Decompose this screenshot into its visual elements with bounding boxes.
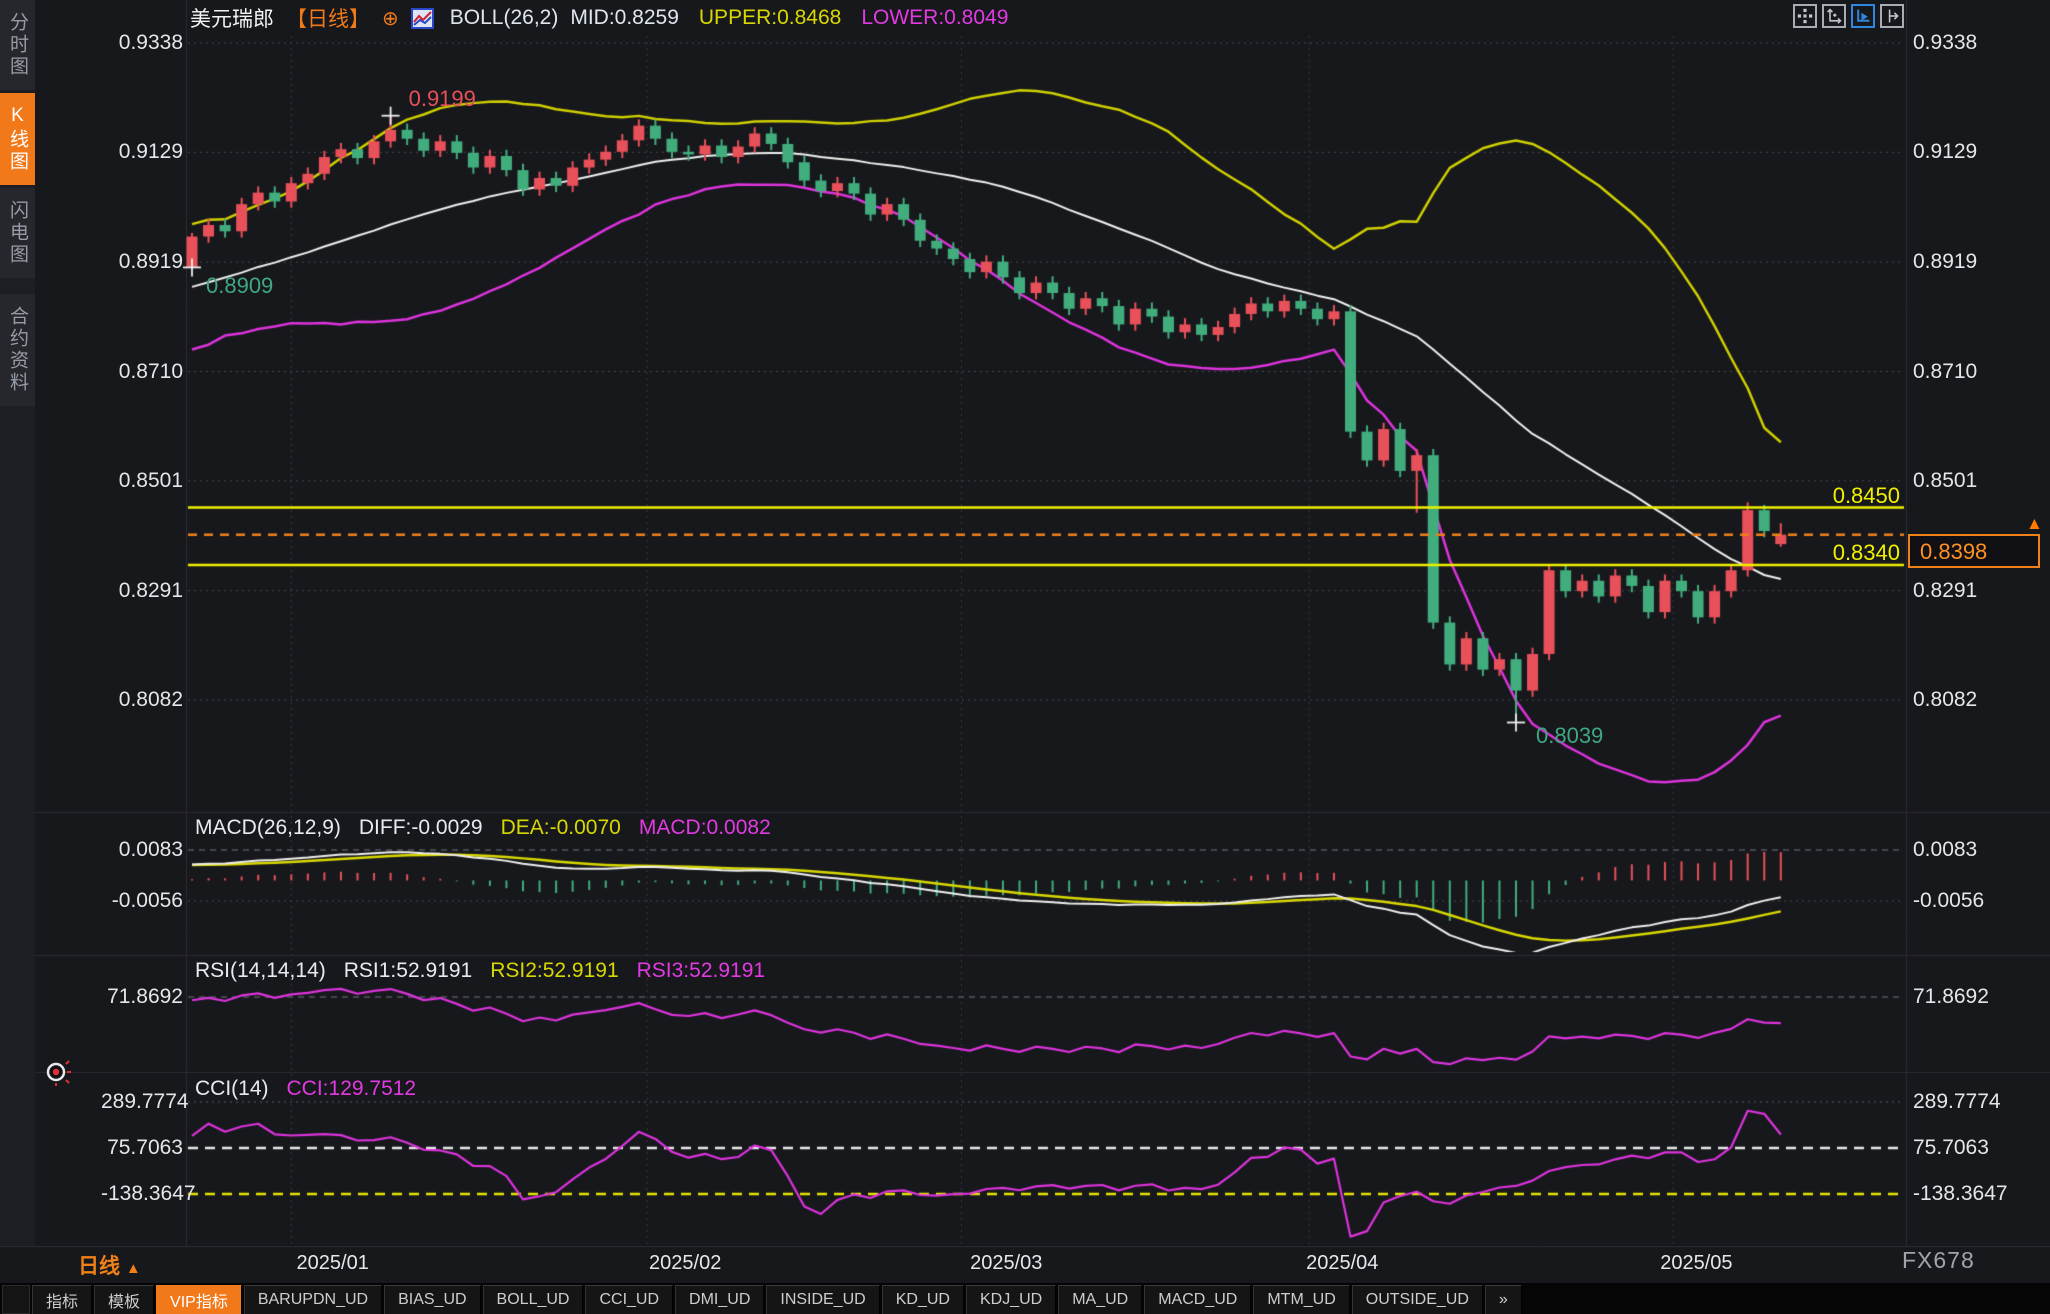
boll-upper-value: UPPER:0.8468 [698,6,842,29]
tab-2[interactable]: VIP指标 [156,1285,242,1314]
current-price-box: 0.8398 [1908,533,2040,568]
month-label: 2025/02 [649,1252,722,1274]
macd-dea-value: DEA:-0.0070 [500,816,621,839]
cci-axis-label: 75.7063 [107,1136,183,1159]
tab-9[interactable]: KD_UD [881,1285,964,1314]
macd-label-row: MACD(26,12,9) DIFF:-0.0029 DEA:-0.0070 M… [195,816,771,840]
tab-10[interactable]: KDJ_UD [965,1285,1057,1314]
price-axis-label: 0.8291 [118,578,183,602]
price-axis-label: 0.8082 [118,688,183,711]
cci-axis-label: -138.3647 [101,1182,196,1206]
macd-axis-label: -0.0056 [111,889,183,912]
low-price-annotation: 0.8039 [1536,723,1604,749]
month-label: 2025/04 [1306,1252,1379,1274]
price-axis-label: 0.8710 [118,359,183,383]
tab-3[interactable]: BARUPDN_UD [243,1285,383,1314]
boll-lower-value: LOWER:0.8049 [861,6,1009,29]
tab-14[interactable]: OUTSIDE_UD [1351,1285,1483,1314]
price-axis-label: 0.9338 [1913,31,1978,54]
tab-13[interactable]: MTM_UD [1253,1285,1350,1314]
tab-1[interactable]: 模板 [94,1285,155,1314]
rsi1-value: RSI1:52.9191 [343,959,473,982]
rsi2-value: RSI2:52.9191 [490,959,619,982]
symbol-title: 美元瑞郎 [190,8,274,31]
macd-diff-value: DIFF:-0.0029 [358,816,483,839]
macd-axis-label: 0.0083 [1913,838,1978,861]
sidebar-item-0[interactable]: 分时图 [0,0,35,90]
cci-value: CCI:129.7512 [286,1077,417,1100]
sidebar-item-1[interactable]: K线图 [0,93,35,185]
axis-scale-icon[interactable] [1822,4,1846,28]
month-label: 2025/05 [1660,1252,1733,1274]
rsi-axis-label: 71.8692 [107,985,183,1008]
tab-0[interactable]: 指标 [32,1285,93,1314]
rsi-label-row: RSI(14,14,14) RSI1:52.9191 RSI2:52.9191 … [195,959,765,983]
period-selector[interactable]: 日线 ▲ [78,1250,141,1280]
trading-app-window: 分时图 K线图 闪电图合约资料 美元瑞郎 【日线】 ⊕ BOLL(26,2) MID… [0,0,2050,1314]
tab-7[interactable]: DMI_UD [675,1285,765,1314]
price-axis-label: 0.9129 [1913,140,1978,164]
chart-toolbar [1793,4,1904,28]
high-price-annotation: 0.9199 [408,85,476,111]
rsi-title: RSI(14,14,14) [195,959,326,982]
period-dropdown-arrow-icon: ▲ [125,1260,141,1277]
price-axis-label: 0.8919 [118,250,183,274]
boll-mid-value: MID:0.8259 [570,6,679,29]
tab-11[interactable]: MA_UD [1058,1285,1143,1314]
cci-axis-label: 289.7774 [101,1089,189,1113]
macd-axis-label: 0.0083 [118,838,183,861]
price-axis-label: 0.8710 [1913,359,1978,383]
watermark: FX678 [1902,1247,1975,1273]
target-marker-icon [42,1056,74,1093]
chart-header: 美元瑞郎 【日线】 ⊕ BOLL(26,2) MID:0.8259 UPPER:… [190,4,1008,32]
sidebar-item-3[interactable]: 合约资料 [0,294,35,406]
chart-canvas[interactable] [0,0,2050,1314]
sidebar-item-2[interactable]: 闪电图 [0,188,35,278]
axis-play-icon[interactable] [1851,4,1875,28]
price-axis-label: 0.9129 [118,140,183,164]
tab-5[interactable]: BOLL_UD [482,1285,584,1314]
left-low-price-annotation: 0.8909 [206,273,274,299]
price-axis-label: 0.9338 [118,31,183,54]
tab-6[interactable]: CCI_UD [585,1285,674,1314]
resistance-line-label: 0.8450 [1832,482,1900,508]
price-axis-label: 0.8501 [1913,468,1978,492]
tabbar-stub [2,1285,30,1314]
cci-axis-label: 289.7774 [1913,1089,2001,1113]
period-label: 日线 [78,1255,120,1278]
price-axis-label: 0.8082 [1913,688,1978,711]
cci-axis-label: -138.3647 [1913,1182,2008,1206]
axis-snap-icon[interactable] [1880,4,1904,28]
support-line-label: 0.8340 [1832,540,1900,566]
tab-more[interactable]: » [1484,1285,1522,1314]
tab-8[interactable]: INSIDE_UD [766,1285,880,1314]
candlestick-chart-icon [410,7,434,29]
rsi3-value: RSI3:52.9191 [636,959,766,982]
left-sidebar: 分时图 K线图 闪电图合约资料 [0,0,35,1246]
boll-indicator-title: BOLL(26,2) [449,6,559,29]
period-tag: 【日线】 [286,8,370,31]
month-label: 2025/03 [970,1252,1043,1274]
price-up-arrow-icon: ▲ [2026,513,2043,533]
macd-title: MACD(26,12,9) [195,816,341,839]
tab-12[interactable]: MACD_UD [1144,1285,1252,1314]
pan-crosshair-icon[interactable] [1793,4,1817,28]
price-axis-label: 0.8919 [1913,250,1978,274]
price-axis-label: 0.8291 [1913,578,1978,602]
cci-title: CCI(14) [195,1077,269,1100]
tab-4[interactable]: BIAS_UD [384,1285,481,1314]
cci-label-row: CCI(14) CCI:129.7512 [195,1077,416,1101]
cci-axis-label: 75.7063 [1913,1136,1989,1159]
macd-macd-value: MACD:0.0082 [638,816,771,839]
price-axis-label: 0.8501 [118,468,183,492]
rsi-axis-label: 71.8692 [1913,985,1989,1008]
indicator-tabbar: 指标 模板 VIP指标 BARUPDN_UD BIAS_UD BOLL_UD CCI_UD D… [0,1283,2050,1314]
macd-axis-label: -0.0056 [1913,889,1985,912]
month-label: 2025/01 [296,1252,369,1274]
add-indicator-icon[interactable]: ⊕ [382,6,399,31]
